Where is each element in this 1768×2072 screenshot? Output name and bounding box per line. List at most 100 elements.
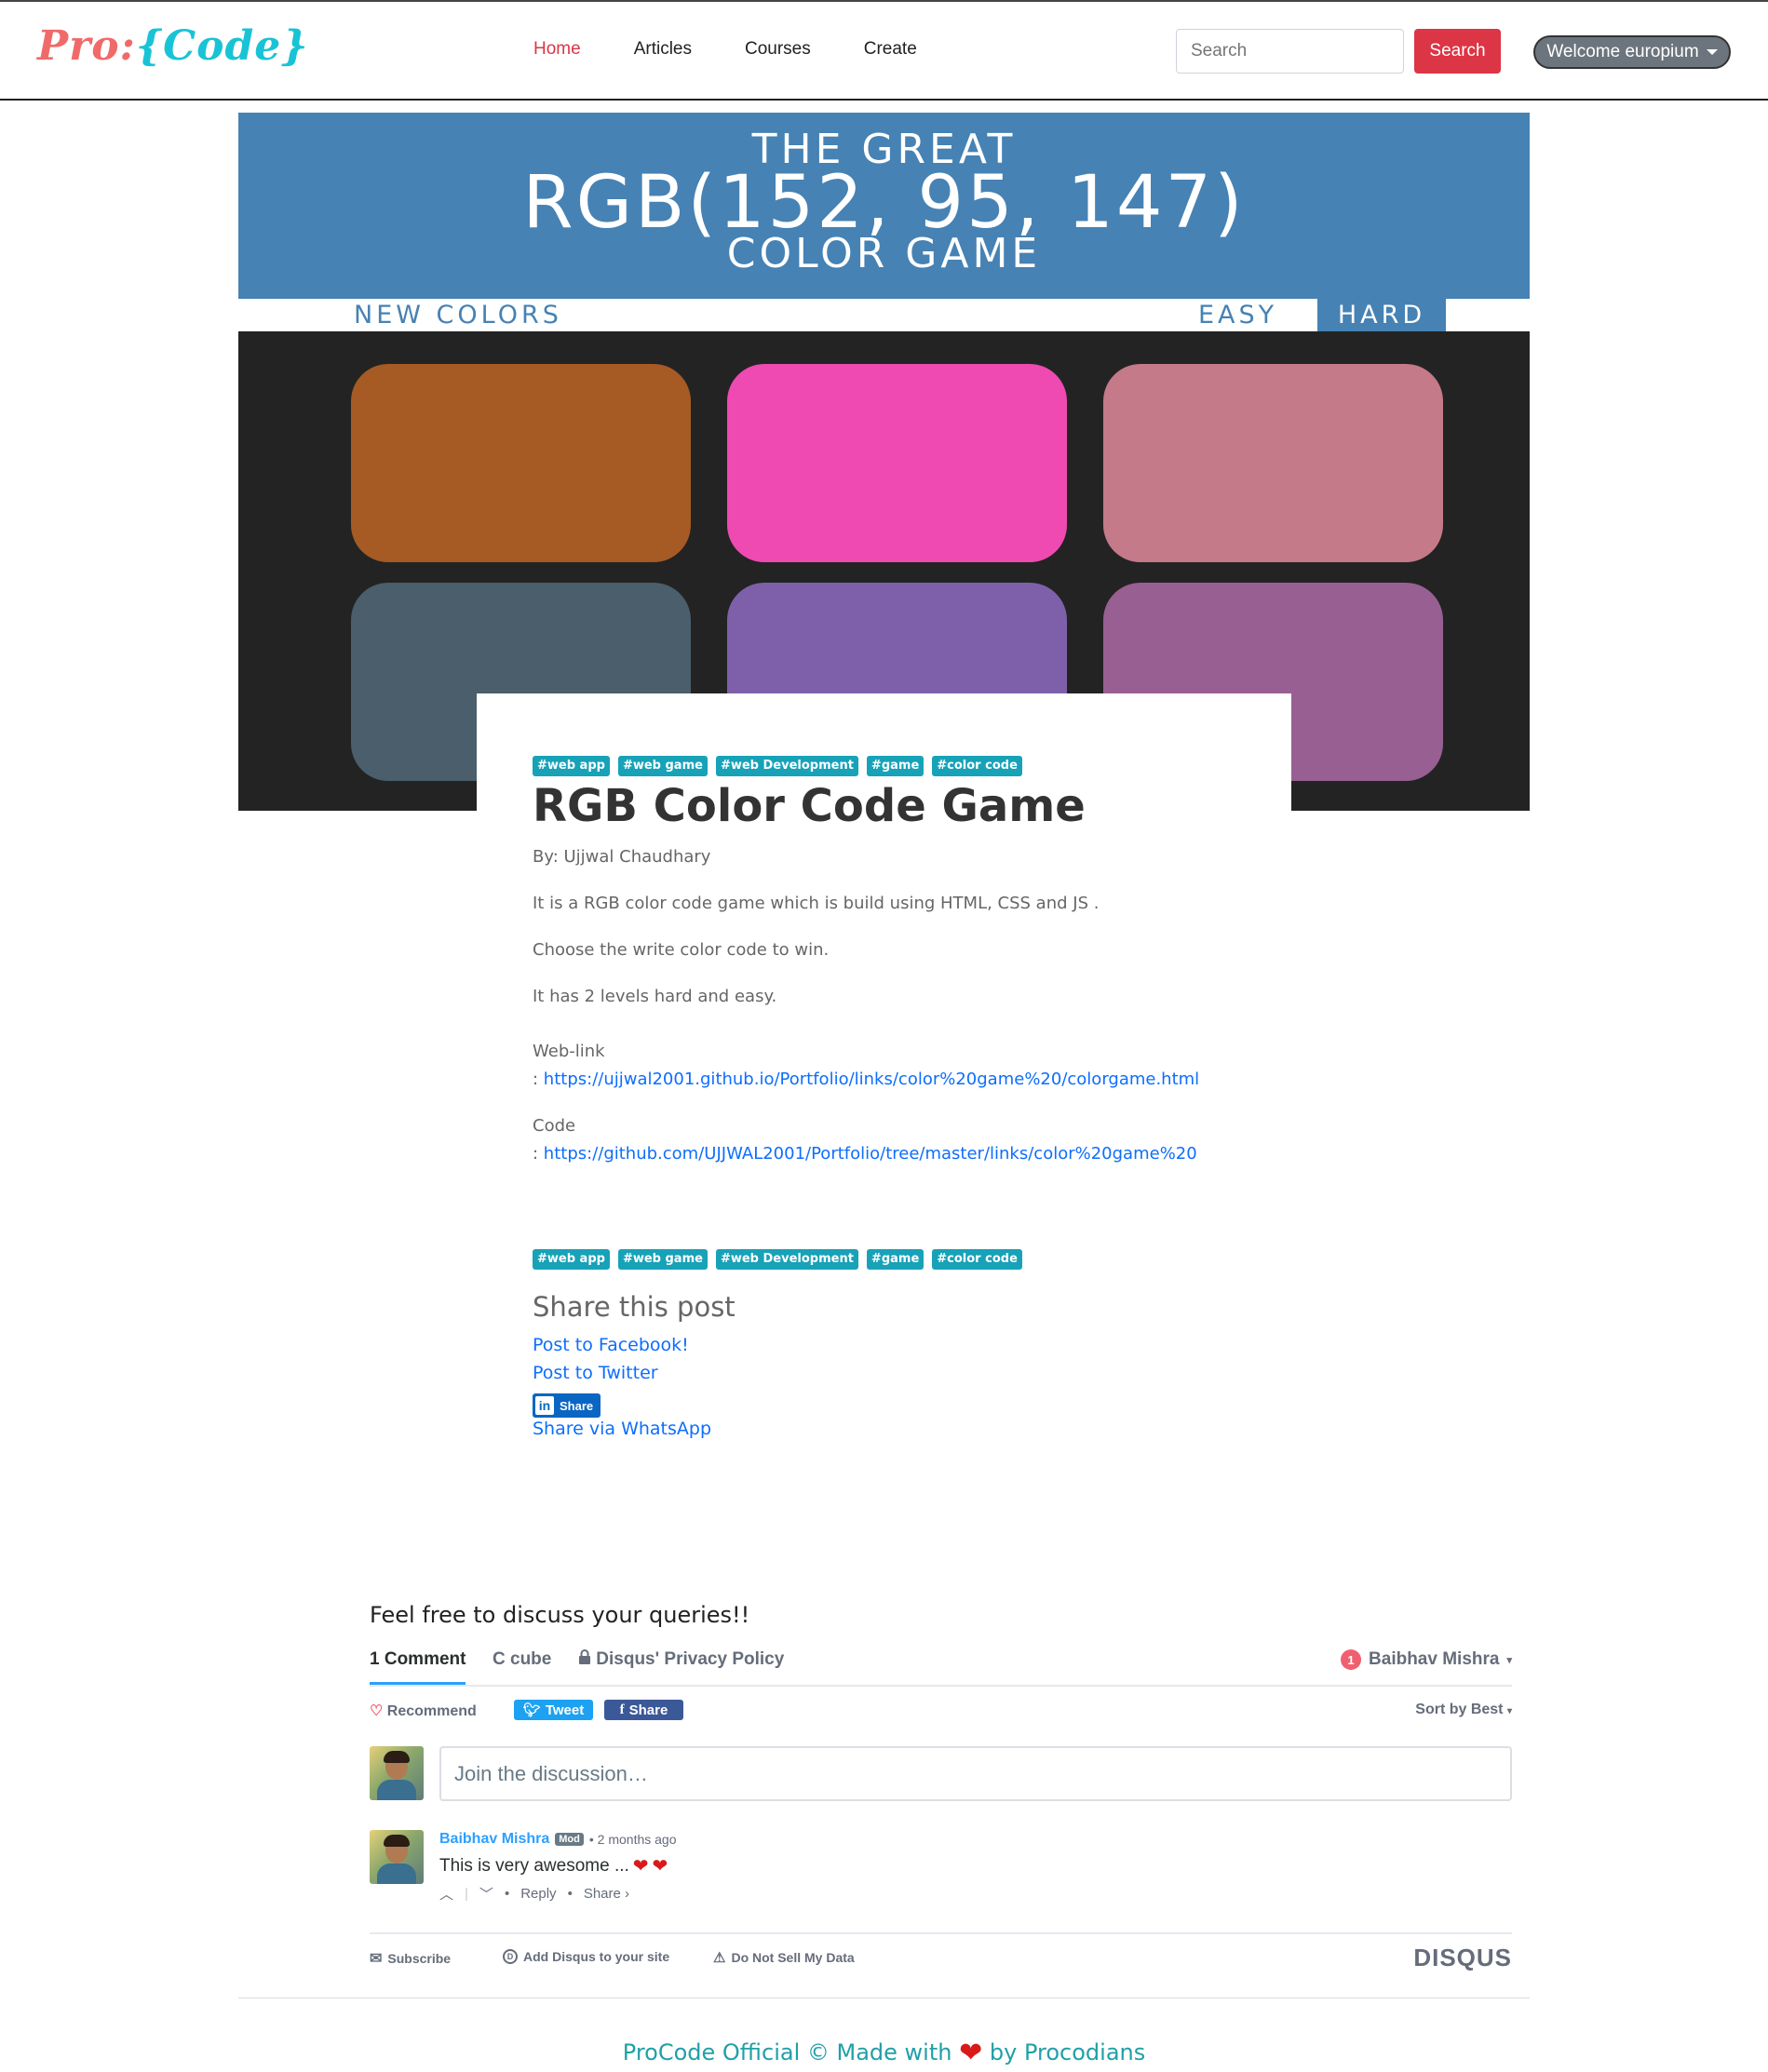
notification-badge[interactable]: 1 [1341,1649,1362,1670]
linkedin-icon: in [535,1396,554,1415]
code-prefix: : [533,1144,544,1164]
tweet-label: Tweet [545,1702,585,1718]
upvote-icon[interactable]: ︿ [439,1884,453,1904]
heart-icon: ❤ [959,2037,983,2069]
post-tags-top: #web app #web game #web Development #gam… [533,756,1022,776]
comment-share-button[interactable]: Share › [584,1886,629,1902]
vote-divider: | [465,1886,468,1902]
share-whatsapp-link[interactable]: Share via WhatsApp [533,1419,711,1439]
disqus-d-icon: D [503,1949,518,1964]
disqus-username: Baibhav Mishra [1369,1649,1500,1669]
reply-button[interactable]: Reply [520,1886,556,1902]
weblink-label: Web-link [533,1042,605,1061]
hero-line3: COLOR GAME [726,230,1042,277]
separator-dot: • [567,1886,573,1902]
hero-new-colors: NEW COLORS [354,301,562,330]
join-discussion-input[interactable]: Join the discussion… [439,1746,1512,1801]
disqus-tabs: 1 Comment C cube Disqus' Privacy Policy … [370,1649,1512,1687]
footer-prefix: ProCode Official © Made with [622,2039,952,2065]
search-input[interactable] [1176,29,1404,74]
color-square [1103,364,1443,562]
subscribe-link[interactable]: ✉ Subscribe [370,1949,451,1968]
share-facebook-link[interactable]: Post to Facebook! [533,1335,689,1355]
page-footer: ProCode Official © Made with ❤ by Procod… [0,2037,1768,2069]
warning-icon: ⚠ [713,1950,726,1966]
do-not-sell-link[interactable]: ⚠ Do Not Sell My Data [713,1949,855,1966]
nav-courses[interactable]: Courses [745,39,811,60]
tab-privacy[interactable]: Disqus' Privacy Policy [578,1649,784,1670]
recommend-button[interactable]: ♡ Recommend [370,1702,477,1720]
nav-home[interactable]: Home [533,39,581,60]
tag-badge[interactable]: #web game [617,756,708,776]
lock-icon [579,1649,590,1664]
brand-part1: Pro: [37,22,136,70]
footer-suffix: by Procodians [989,2039,1146,2065]
add-disqus-label: Add Disqus to your site [523,1949,670,1964]
tag-badge[interactable]: #game [866,1249,924,1270]
post-tags-bottom: #web app #web game #web Development #gam… [533,1249,1022,1270]
brand-logo[interactable]: Pro:{Code} [37,22,309,70]
tag-badge[interactable]: #web game [617,1249,708,1270]
tab-community[interactable]: C cube [493,1649,551,1670]
discussion-heading: Feel free to discuss your queries!! [370,1602,750,1628]
disqus-actions-row: ♡ Recommend 🐦︎ Tweet f Share Sort by Bes… [370,1696,1512,1726]
nav-articles[interactable]: Articles [634,39,692,60]
recommend-label: Recommend [386,1703,477,1719]
do-not-sell-label: Do Not Sell My Data [731,1950,855,1965]
user-dropdown-button[interactable]: Welcome europium [1533,35,1731,69]
chevron-down-icon: ▾ [1506,1706,1512,1716]
post-paragraph: Choose the write color code to win. [533,940,830,960]
comment-body: This is very awesome ... ❤ ❤ [439,1854,668,1877]
comment-header: Baibhav Mishra Mod • 2 months ago [439,1831,677,1848]
disqus-user-menu[interactable]: 1 Baibhav Mishra ▾ [1341,1649,1512,1670]
comment-author[interactable]: Baibhav Mishra [439,1831,549,1848]
tag-badge[interactable]: #color code [932,1249,1022,1270]
hero-hard: HARD [1317,299,1446,331]
tab-comments[interactable]: 1 Comment [370,1649,466,1685]
nav-links: Home Articles Courses Create [533,39,970,60]
comment-text: This is very awesome ... [439,1855,629,1876]
facebook-share-label: Share [628,1702,668,1718]
linkedin-share-label: Share [560,1398,594,1413]
heart-emoji-icon: ❤ [632,1856,649,1877]
post-title: RGB Color Code Game [533,780,1086,832]
separator-dot: • [504,1886,510,1902]
add-disqus-link[interactable]: D Add Disqus to your site [503,1949,669,1964]
code-row: : https://github.com/UJJWAL2001/Portfoli… [533,1144,1197,1164]
envelope-icon: ✉ [370,1951,383,1967]
disqus-footer: ✉ Subscribe D Add Disqus to your site ⚠ … [370,1932,1512,1973]
linkedin-share-button[interactable]: in Share [533,1393,601,1418]
tag-badge[interactable]: #web Development [715,756,858,776]
twitter-bird-icon: 🐦︎ [522,1702,541,1718]
code-url[interactable]: https://github.com/UJJWAL2001/Portfolio/… [544,1144,1197,1164]
facebook-share-button[interactable]: f Share [604,1700,683,1720]
mod-badge: Mod [555,1833,584,1846]
color-square [351,364,691,562]
tag-badge[interactable]: #game [866,756,924,776]
comment-avatar[interactable] [370,1830,424,1884]
nav-create[interactable]: Create [864,39,917,60]
post-paragraph: It has 2 levels hard and easy. [533,987,777,1006]
caret-down-icon [1706,49,1718,55]
user-dropdown-label: Welcome europium [1546,42,1699,61]
comment-time[interactable]: • 2 months ago [589,1832,677,1847]
weblink-prefix: : [533,1070,544,1089]
tag-badge[interactable]: #web app [533,756,610,776]
tag-badge[interactable]: #web app [533,1249,610,1270]
downvote-icon[interactable]: ﹀ [479,1884,493,1904]
tab-privacy-label: Disqus' Privacy Policy [596,1649,785,1669]
tag-badge[interactable]: #color code [932,756,1022,776]
hero-easy: EASY [1198,301,1278,330]
brand-part2: {Code} [135,22,309,70]
weblink-url[interactable]: https://ujjwal2001.github.io/Portfolio/l… [544,1070,1199,1089]
share-twitter-link[interactable]: Post to Twitter [533,1363,658,1383]
disqus-logo[interactable]: DISQUS [1413,1944,1512,1972]
sort-dropdown[interactable]: Sort by Best ▾ [1415,1702,1512,1718]
facebook-icon: f [619,1702,625,1717]
search-button[interactable]: Search [1414,29,1501,74]
tweet-button[interactable]: 🐦︎ Tweet [514,1700,593,1720]
hero-controls: NEW COLORS EASY HARD [238,299,1530,331]
subscribe-label: Subscribe [387,1951,452,1966]
heart-icon: ♡ [370,1703,384,1719]
tag-badge[interactable]: #web Development [715,1249,858,1270]
